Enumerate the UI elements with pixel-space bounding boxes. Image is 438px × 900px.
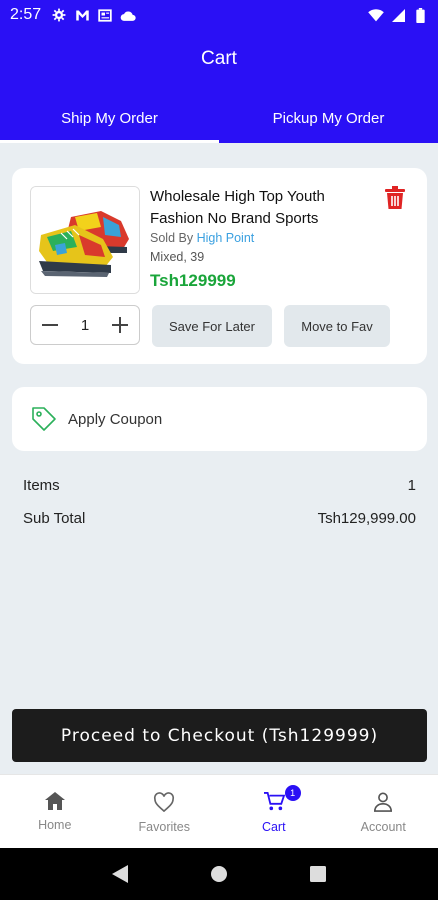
- recents-square-icon: [310, 866, 327, 882]
- decrease-quantity-button[interactable]: [39, 314, 61, 336]
- tab-pickup-my-order[interactable]: Pickup My Order: [219, 100, 438, 143]
- coupon-tag-icon: [32, 407, 56, 431]
- system-home-button[interactable]: [209, 864, 229, 884]
- nav-label-account: Account: [360, 820, 406, 834]
- subtotal-label: Sub Total: [23, 510, 86, 527]
- gmail-status-icon: [74, 7, 90, 23]
- apply-coupon-row[interactable]: Apply Coupon: [12, 387, 427, 451]
- status-time: 2:57: [10, 6, 42, 23]
- sold-by: Sold By High Point: [150, 231, 254, 245]
- proceed-to-checkout-button[interactable]: Proceed to Checkout (Tsh129999): [12, 709, 427, 762]
- tab-ship-my-order[interactable]: Ship My Order: [0, 100, 219, 143]
- order-type-tabs: Ship My Order Pickup My Order: [0, 100, 438, 143]
- heart-icon: [154, 792, 175, 812]
- battery-icon: [412, 7, 428, 23]
- wifi-icon: [368, 7, 384, 23]
- save-for-later-button[interactable]: Save For Later: [152, 305, 272, 347]
- back-triangle-icon: [111, 865, 128, 883]
- person-icon: [374, 792, 393, 812]
- page-title: Cart: [201, 48, 237, 69]
- subtotal-value: Tsh129,999.00: [317, 510, 416, 527]
- sneaker-illustration: [31, 187, 139, 293]
- bottom-navigation: Home Favorites 1 Cart Account: [0, 774, 438, 848]
- nav-label-home: Home: [38, 818, 72, 832]
- product-price: Tsh129999: [150, 271, 236, 290]
- system-navigation-bar: [0, 848, 438, 900]
- nav-label-cart: Cart: [261, 820, 286, 834]
- increase-quantity-button[interactable]: [109, 314, 131, 336]
- delete-item-button[interactable]: [384, 186, 406, 210]
- nav-item-favorites[interactable]: Favorites: [110, 775, 220, 848]
- news-status-icon: [97, 7, 113, 23]
- signal-icon: [390, 7, 406, 23]
- plus-icon: [112, 317, 128, 333]
- items-label: Items: [23, 477, 60, 494]
- subtotal-row: Sub Total Tsh129,999.00: [23, 510, 416, 527]
- status-bar: 2:57: [0, 0, 438, 30]
- sold-by-label: Sold By: [150, 231, 194, 245]
- cart-count-badge: 1: [284, 785, 301, 801]
- items-count-row: Items 1: [23, 477, 416, 494]
- nav-item-account[interactable]: Account: [329, 775, 438, 848]
- product-image[interactable]: [30, 186, 140, 294]
- quantity-stepper: 1: [30, 305, 140, 345]
- minus-icon: [42, 324, 58, 326]
- home-icon: [44, 792, 65, 810]
- nav-label-favorites: Favorites: [138, 820, 190, 834]
- settings-status-icon: [51, 7, 67, 23]
- cart-icon: [263, 792, 285, 811]
- cloud-status-icon: [120, 7, 136, 23]
- quantity-value: 1: [80, 316, 90, 334]
- product-name[interactable]: Wholesale High Top Youth Fashion No Bran…: [150, 186, 370, 230]
- items-value: 1: [407, 477, 416, 494]
- move-to-fav-button[interactable]: Move to Fav: [284, 305, 390, 347]
- trash-icon: [385, 186, 405, 209]
- nav-item-cart[interactable]: 1 Cart: [219, 775, 329, 848]
- app-header: 2:57 Cart Ship My Order Pickup My Order: [0, 0, 438, 143]
- home-circle-icon: [210, 866, 227, 882]
- nav-item-home[interactable]: Home: [0, 775, 110, 848]
- cart-item-card: Wholesale High Top Youth Fashion No Bran…: [12, 168, 427, 364]
- seller-link[interactable]: High Point: [197, 231, 255, 245]
- system-back-button[interactable]: [110, 864, 130, 884]
- system-recents-button[interactable]: [308, 864, 328, 884]
- apply-coupon-label: Apply Coupon: [68, 410, 163, 428]
- product-variant: Mixed, 39: [150, 250, 205, 264]
